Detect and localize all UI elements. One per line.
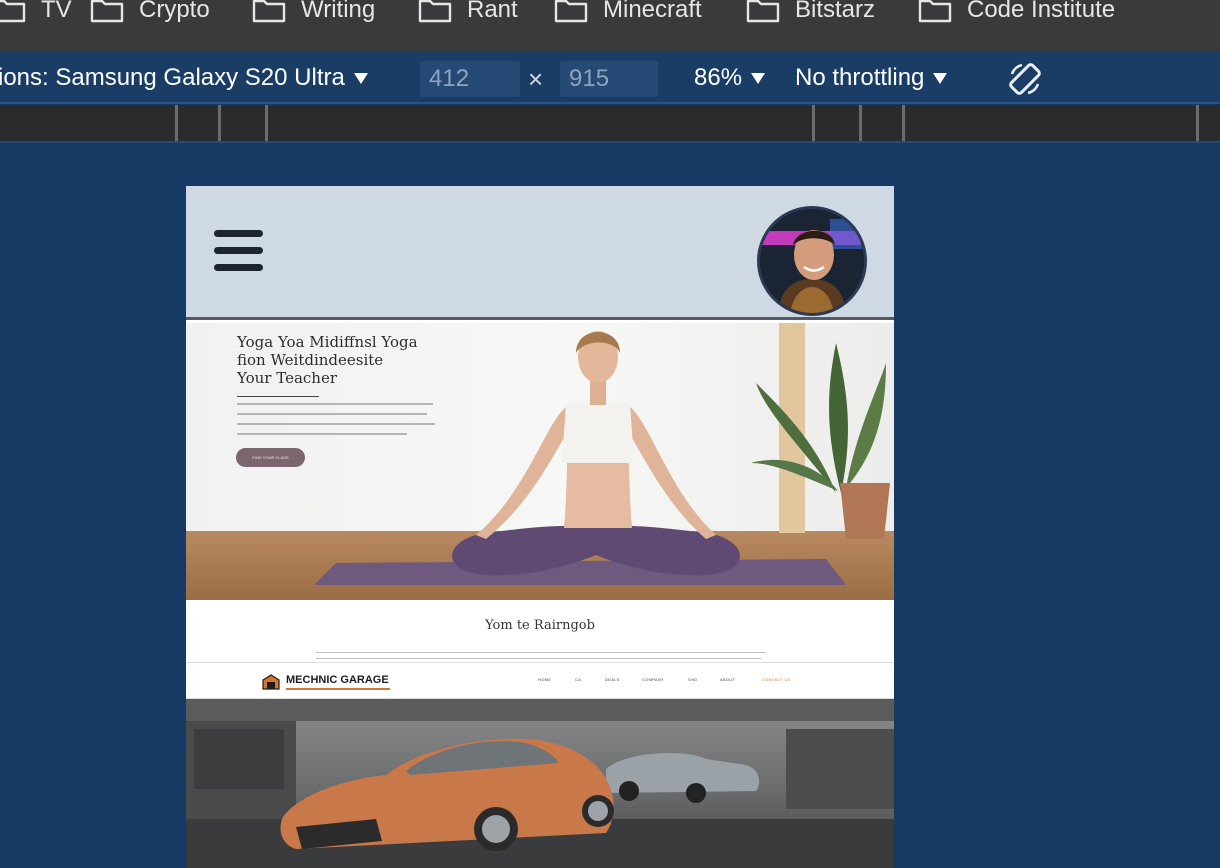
- hero-title: Yoga Yoa Midiffnsl Yoga fion Weitdindees…: [237, 333, 457, 387]
- bookmark-rant[interactable]: Rant: [418, 0, 518, 30]
- bookmark-label: Bitstarz: [795, 0, 876, 23]
- hero-divider: [237, 396, 319, 397]
- garage-hero-image: [186, 699, 894, 868]
- garage-brand[interactable]: MECHNIC GARAGE: [286, 674, 389, 686]
- hero-title-line: Yoga Yoa Midiffnsl Yoga: [237, 333, 418, 351]
- device-select[interactable]: ions: Samsung Galaxy S20 Ultra: [0, 64, 368, 92]
- intro-section: Yom te Rairngob: [186, 600, 894, 662]
- bookmarks-bar: TV Crypto Writing Rant Minecraft Bitstar…: [0, 0, 1220, 52]
- avatar-portrait: [760, 209, 864, 313]
- zoom-label: 86%: [694, 64, 743, 91]
- folder-icon: [0, 0, 26, 23]
- bookmark-crypto[interactable]: Crypto: [90, 0, 210, 30]
- garage-nav-company[interactable]: COMPANY: [642, 677, 664, 682]
- dimension-separator: ×: [528, 64, 544, 94]
- bookmark-writing[interactable]: Writing: [252, 0, 375, 30]
- garage-logo-icon: [262, 674, 280, 690]
- device-viewport: Yoga Yoa Midiffnsl Yoga fion Weitdindees…: [186, 186, 894, 868]
- bookmark-bitstarz[interactable]: Bitstarz: [746, 0, 875, 30]
- garage-hero-section: [186, 699, 894, 868]
- ruler-mark[interactable]: [859, 105, 862, 141]
- ruler-mark[interactable]: [1196, 105, 1199, 141]
- garage-brand-underline: [286, 688, 390, 690]
- garage-navbar: MECHNIC GARAGE HOME CA DEALS COMPANY SHD…: [186, 662, 894, 699]
- ruler-mark[interactable]: [265, 105, 268, 141]
- folder-icon: [554, 0, 588, 23]
- rotate-device-icon[interactable]: [1006, 60, 1044, 98]
- bookmark-label: Code Institute: [967, 0, 1116, 23]
- bookmark-label: Crypto: [139, 0, 210, 23]
- ruler-mark[interactable]: [902, 105, 905, 141]
- folder-icon: [918, 0, 952, 23]
- ruler-mark[interactable]: [175, 105, 178, 141]
- garage-nav-item[interactable]: CA: [575, 677, 581, 682]
- height-input[interactable]: 915: [560, 61, 658, 97]
- garage-nav-contact[interactable]: CONTACT US: [762, 677, 791, 682]
- chevron-down-icon: [751, 72, 766, 84]
- media-query-ruler[interactable]: [0, 105, 1220, 143]
- hero-body-text: [237, 403, 437, 443]
- bookmark-label: Minecraft: [603, 0, 702, 23]
- hero-section: Yoga Yoa Midiffnsl Yoga fion Weitdindees…: [186, 323, 894, 600]
- avatar[interactable]: [757, 206, 867, 316]
- throttling-select[interactable]: No throttling: [795, 64, 948, 92]
- bookmark-label: Rant: [467, 0, 518, 23]
- hero-title-line: Your Teacher: [237, 369, 337, 387]
- garage-nav-deals[interactable]: DEALS: [605, 677, 620, 682]
- bookmark-code-institute[interactable]: Code Institute: [918, 0, 1115, 30]
- throttling-label: No throttling: [795, 64, 925, 91]
- device-select-label: ions: Samsung Galaxy S20 Ultra: [0, 64, 345, 91]
- hamburger-menu-icon[interactable]: [214, 230, 263, 274]
- width-input[interactable]: 412: [420, 61, 520, 97]
- ruler-mark[interactable]: [218, 105, 221, 141]
- bookmark-minecraft[interactable]: Minecraft: [554, 0, 702, 30]
- folder-icon: [252, 0, 286, 23]
- bookmark-label: TV: [41, 0, 72, 23]
- garage-nav-about[interactable]: ABOUT: [720, 677, 735, 682]
- site-header: [186, 186, 894, 320]
- hero-cta-button[interactable]: FIND YOUR CLASS: [236, 448, 305, 467]
- zoom-select[interactable]: 86%: [694, 64, 766, 92]
- hero-title-line: fion Weitdindeesite: [237, 351, 384, 369]
- bookmark-label: Writing: [301, 0, 376, 23]
- section-title: Yom te Rairngob: [485, 618, 595, 633]
- folder-icon: [746, 0, 780, 23]
- ruler-mark[interactable]: [812, 105, 815, 141]
- folder-icon: [418, 0, 452, 23]
- garage-nav-item[interactable]: SHD: [688, 677, 697, 682]
- chevron-down-icon: [933, 72, 948, 84]
- chevron-down-icon: [353, 72, 368, 84]
- folder-icon: [90, 0, 124, 23]
- garage-nav-home[interactable]: HOME: [538, 677, 551, 682]
- bookmark-tv[interactable]: TV: [0, 0, 72, 30]
